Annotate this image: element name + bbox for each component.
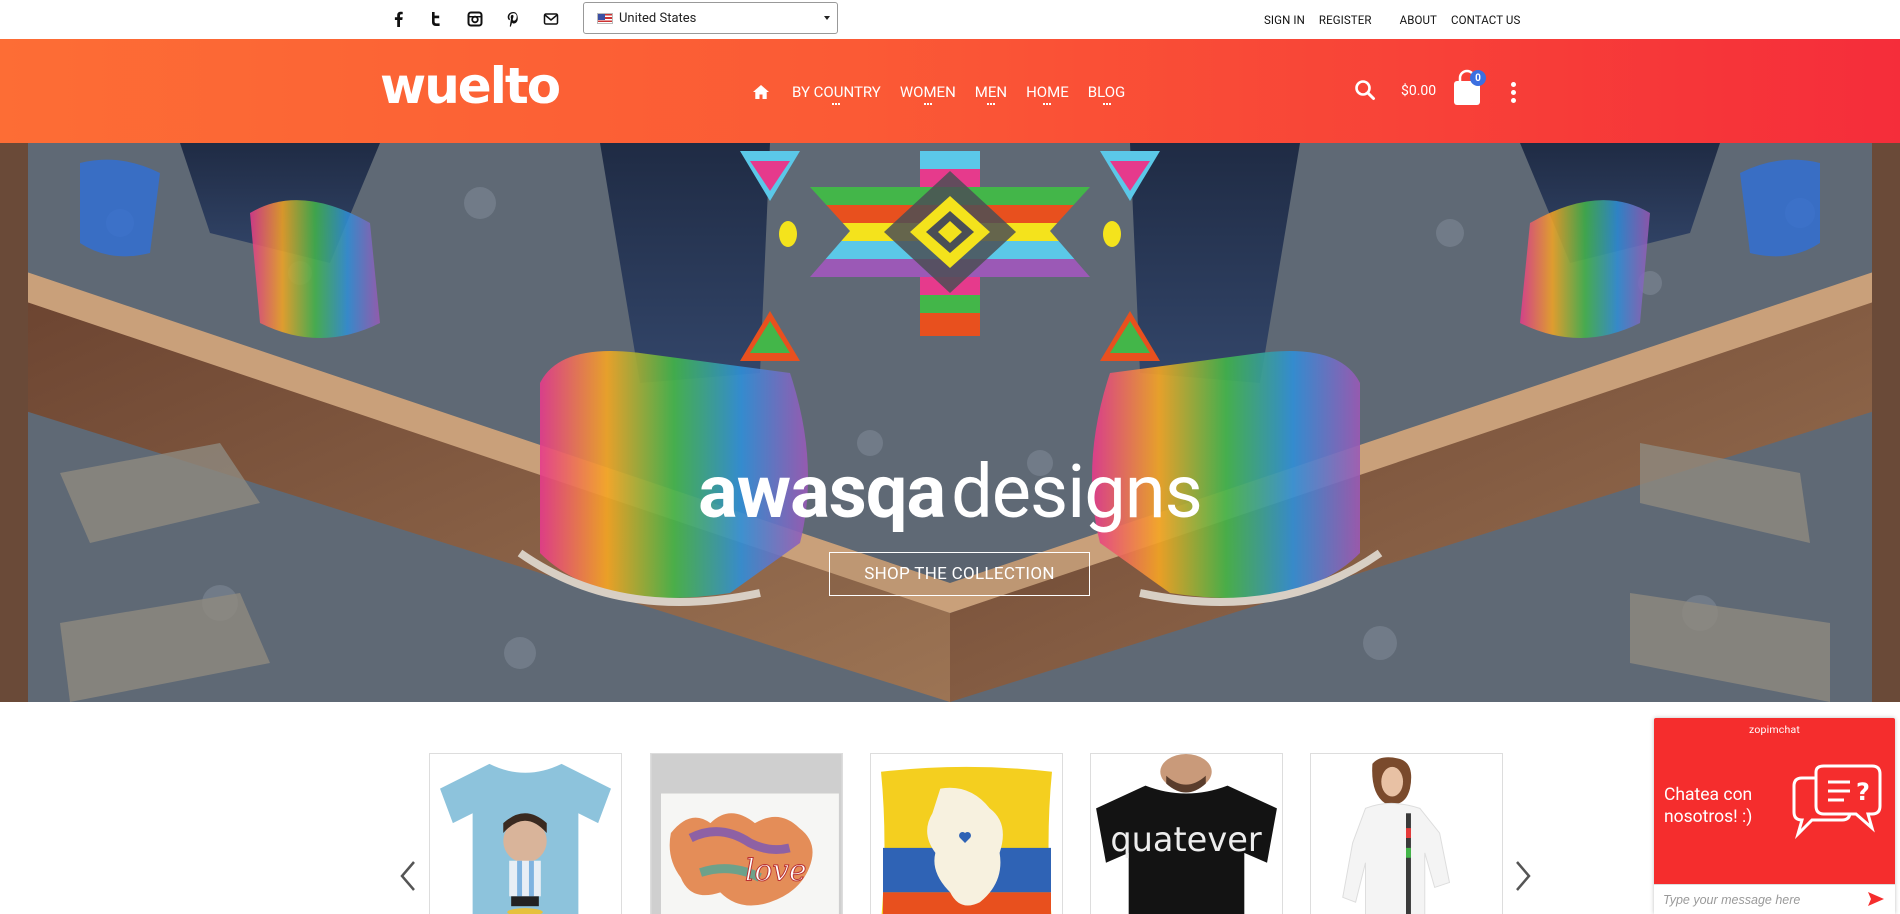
pinterest-icon[interactable]	[494, 7, 532, 31]
hero-brand-bold: awasqa	[698, 449, 946, 536]
nav-men[interactable]: MEN	[975, 83, 1007, 105]
nav-by-country[interactable]: BY COUNTRY	[792, 83, 881, 105]
about-link[interactable]: ABOUT	[1400, 13, 1437, 27]
chat-bubble-icon: ?	[1792, 764, 1882, 840]
chevron-left-icon[interactable]	[397, 859, 419, 893]
main-nav: BY COUNTRY WOMEN MEN HOME BLOG	[752, 83, 1144, 105]
social-links	[380, 7, 570, 31]
cart-total: $0.00	[1401, 83, 1437, 99]
hero-brand-title: awasqadesigns	[0, 456, 1900, 530]
product-image-white-tshirt	[1311, 754, 1502, 914]
chat-greeting: Chatea con nosotros! :)	[1664, 785, 1753, 827]
cart-count-badge: 0	[1470, 70, 1486, 86]
caret-down-icon	[824, 16, 830, 20]
hero-background-image	[0, 143, 1900, 702]
us-flag-icon	[597, 12, 613, 24]
svg-text:quatever: quatever	[1110, 820, 1262, 859]
product-image-quatever-tshirt: quatever	[1091, 754, 1282, 914]
product-image-soccer-tshirt	[430, 754, 621, 914]
account-links: SIGN IN REGISTER ABOUT CONTACT US	[1264, 13, 1520, 27]
more-menu-icon[interactable]	[1508, 82, 1518, 106]
mail-icon[interactable]	[532, 7, 570, 31]
svg-text:love: love	[745, 852, 807, 887]
nav-home[interactable]: HOME	[1026, 83, 1069, 105]
product-card-1[interactable]	[429, 753, 622, 914]
product-card-4[interactable]: quatever	[1090, 753, 1283, 914]
instagram-icon[interactable]	[456, 7, 494, 31]
site-logo[interactable]: wuelto	[380, 61, 561, 111]
country-select[interactable]: United States	[583, 2, 838, 34]
product-card-5[interactable]	[1310, 753, 1503, 914]
country-select-value: United States	[619, 10, 697, 26]
sign-in-link[interactable]: SIGN IN	[1264, 13, 1305, 27]
chat-brand: zopimchat	[1749, 723, 1800, 736]
register-link[interactable]: REGISTER	[1319, 13, 1372, 27]
home-icon[interactable]	[752, 84, 770, 100]
top-bar: United States SIGN IN REGISTER ABOUT CON…	[0, 0, 1900, 39]
chevron-right-icon[interactable]	[1512, 859, 1534, 893]
nav-blog[interactable]: BLOG	[1088, 83, 1125, 105]
product-carousel: love quatever	[0, 702, 1900, 914]
product-card-3[interactable]	[870, 753, 1063, 914]
twitter-icon[interactable]	[418, 7, 456, 31]
search-icon[interactable]	[1354, 79, 1376, 101]
nav-women[interactable]: WOMEN	[900, 83, 956, 105]
product-image-colombia-pillow	[871, 754, 1062, 914]
chat-message-input[interactable]	[1663, 892, 1853, 907]
shop-collection-button[interactable]: SHOP THE COLLECTION	[829, 552, 1090, 596]
hero-brand-light: designs	[951, 449, 1203, 536]
product-image-love-print: love	[651, 754, 842, 914]
site-header: wuelto BY COUNTRY WOMEN MEN HOME BLOG $0…	[0, 39, 1900, 143]
hero-banner: awasqadesigns SHOP THE COLLECTION	[0, 143, 1900, 702]
chat-widget[interactable]: zopimchat Chatea con nosotros! :) ?	[1654, 718, 1895, 914]
product-card-2[interactable]: love	[650, 753, 843, 914]
svg-text:?: ?	[1856, 778, 1870, 806]
facebook-icon[interactable]	[380, 7, 418, 31]
send-icon[interactable]	[1867, 891, 1885, 907]
contact-us-link[interactable]: CONTACT US	[1451, 13, 1520, 27]
chat-input-bar	[1654, 884, 1895, 914]
